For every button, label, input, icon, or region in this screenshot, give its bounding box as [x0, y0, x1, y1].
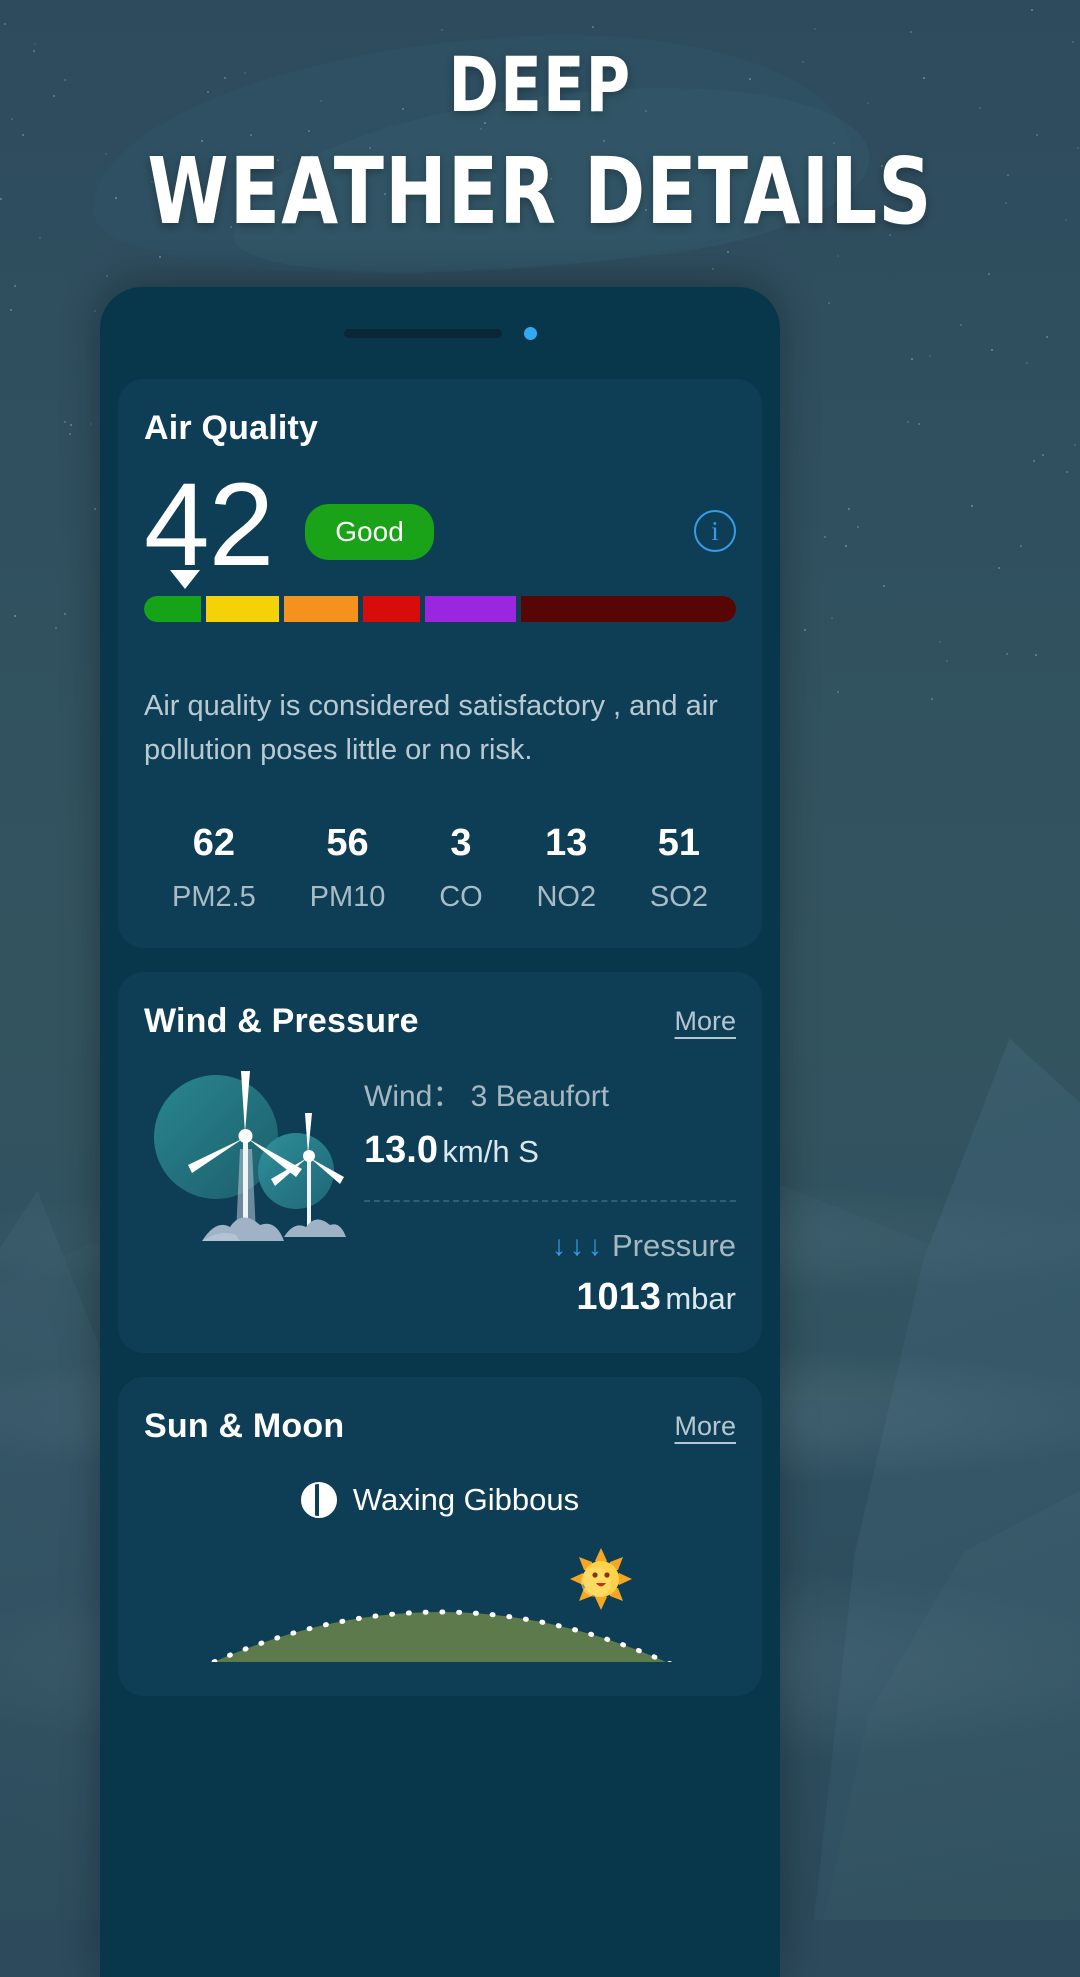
sun-emoji-icon: [570, 1548, 633, 1615]
page-title-line-2: WEATHER DETAILS: [147, 138, 933, 245]
pollutant-value: 56: [326, 822, 369, 864]
aqi-segment-hazardous: [520, 596, 736, 622]
moon-phase-row: Waxing Gibbous: [144, 1482, 736, 1518]
aqi-segment-unhealthy-sensitive: [284, 596, 359, 622]
pollutant-value: 51: [657, 822, 701, 864]
sun-moon-header: Sun & Moon More: [144, 1407, 736, 1446]
pollutant-label: PM10: [309, 881, 386, 913]
aqi-segment-very-unhealthy: [424, 596, 516, 622]
pressure-label: Pressure: [611, 1228, 736, 1263]
pollutant-item: 3 CO: [439, 822, 483, 914]
wind-pressure-details: Wind： 3 Beaufort 13.0 km/h S ↓↓↓ Pressur…: [354, 1059, 736, 1319]
pollutant-value: 3: [450, 822, 472, 864]
aqi-summary-row: 42 Good i: [144, 459, 736, 591]
info-icon-glyph: i: [711, 515, 719, 546]
wind-turbines-illustration: [144, 1059, 354, 1259]
pollutant-label: CO: [439, 881, 483, 913]
phone-top-bar: [118, 287, 762, 379]
pressure-header: ↓↓↓ Pressure: [364, 1228, 736, 1264]
aqi-value: 42: [144, 459, 274, 591]
sun-path-arc: [144, 1542, 736, 1662]
wind-speed-row: 13.0 km/h S: [364, 1129, 736, 1172]
wind-pressure-title: Wind & Pressure: [144, 1002, 419, 1040]
info-icon[interactable]: i: [694, 510, 736, 552]
pollutant-value: 13: [545, 822, 588, 864]
aqi-segment-moderate: [205, 596, 280, 622]
pressure-block: ↓↓↓ Pressure 1013 mbar: [364, 1228, 736, 1319]
speaker-slot-icon: [343, 328, 502, 338]
wind-pressure-card: Wind & Pressure More Wind： 3 Beaufort 13…: [118, 972, 762, 1353]
wind-pressure-divider: [364, 1200, 736, 1202]
pollutant-label: PM2.5: [172, 881, 256, 913]
pressure-value-row: 1013 mbar: [364, 1276, 736, 1319]
page-title-line-1: DEEP: [448, 40, 632, 129]
pressure-value: 1013: [576, 1276, 661, 1318]
page-title: DEEP WEATHER DETAILS: [0, 42, 1080, 242]
aqi-scale-bar: [144, 596, 736, 622]
pollutant-label: NO2: [536, 881, 597, 913]
wind-speed-unit: km/h S: [442, 1134, 539, 1169]
pollutant-item: 51 SO2: [650, 822, 708, 914]
sun-moon-card: Sun & Moon More Waxing Gibbous: [118, 1377, 762, 1696]
pollutant-item: 13 NO2: [536, 822, 596, 914]
air-quality-card: Air Quality 42 Good i Air quality is con…: [118, 379, 762, 948]
aqi-status-badge: Good: [305, 504, 434, 560]
camera-dot-icon: [523, 326, 537, 340]
aqi-pointer-icon: [170, 570, 201, 589]
air-quality-description: Air quality is considered satisfactory ,…: [144, 690, 718, 766]
wind-pressure-body: Wind： 3 Beaufort 13.0 km/h S ↓↓↓ Pressur…: [144, 1059, 736, 1319]
moon-phase-label: Waxing Gibbous: [352, 1482, 580, 1517]
wind-beaufort-label: Wind： 3 Beaufort: [364, 1080, 610, 1113]
wind-speed-value: 13.0: [364, 1129, 438, 1171]
moon-waxing-gibbous-icon: [300, 1482, 337, 1518]
phone-mockup: Air Quality 42 Good i Air quality is con…: [100, 287, 780, 1977]
wind-pressure-more-link[interactable]: More: [674, 1006, 736, 1037]
aqi-segment-unhealthy: [363, 596, 420, 622]
aqi-segment-good: [144, 596, 201, 622]
sun-moon-title: Sun & Moon: [144, 1407, 345, 1445]
pressure-unit: mbar: [665, 1281, 736, 1316]
pollutant-value: 62: [192, 822, 236, 864]
pollutant-item: 56 PM10: [310, 822, 386, 914]
pressure-down-arrows-icon: ↓↓↓: [551, 1230, 606, 1261]
aqi-scale-bar-wrap: [144, 570, 736, 622]
air-quality-title: Air Quality: [144, 409, 319, 447]
wind-pressure-header: Wind & Pressure More: [144, 1002, 736, 1041]
pollutant-item: 62 PM2.5: [172, 822, 256, 914]
pollutant-list: 62 PM2.5 56 PM10 3 CO 13 NO2 51 SO2: [144, 822, 736, 914]
sun-moon-more-link[interactable]: More: [674, 1411, 736, 1442]
pollutant-label: SO2: [649, 881, 708, 913]
air-quality-header: Air Quality: [144, 409, 736, 448]
